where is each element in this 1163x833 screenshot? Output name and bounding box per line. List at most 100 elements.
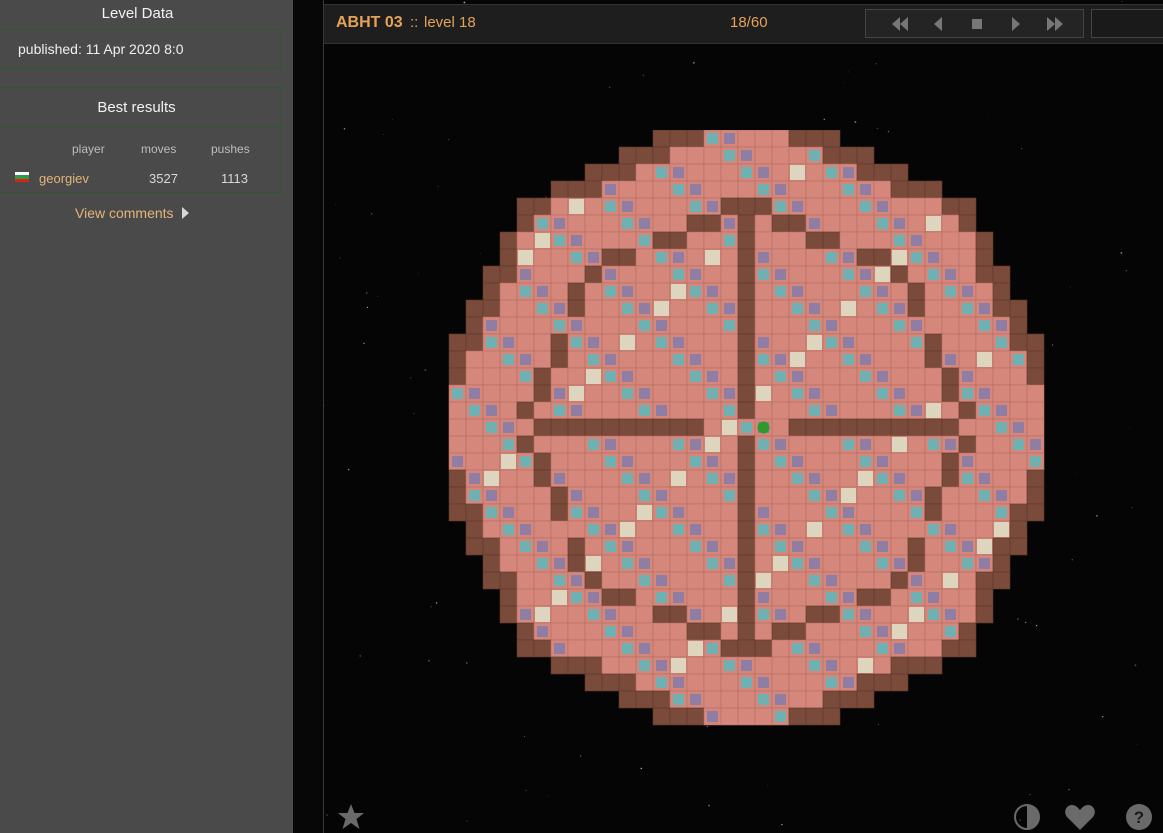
goal-marker [928, 524, 939, 535]
pushes-value: 1113 [221, 171, 248, 186]
wall-tile [618, 163, 637, 182]
like-button[interactable] [1064, 802, 1095, 832]
box-tile [605, 269, 616, 280]
box-tile [656, 660, 667, 671]
floor-tile [873, 520, 892, 539]
floor-tile [703, 163, 722, 182]
wall-tile [737, 214, 756, 233]
floor-tile [635, 197, 654, 216]
floor-tile [941, 401, 960, 420]
wall-tile [737, 469, 756, 488]
floor-tile [839, 231, 858, 250]
stop-button[interactable] [958, 10, 996, 37]
floor-tile [924, 571, 943, 590]
floor-tile [941, 333, 960, 352]
floor-tile [771, 588, 790, 607]
box-tile [503, 507, 514, 518]
floor-tile [873, 656, 892, 675]
goal-marker [486, 422, 497, 433]
floor-tile [635, 520, 654, 539]
floor-tile [856, 486, 875, 505]
floor-tile [924, 197, 943, 216]
contrast-button[interactable] [1012, 802, 1042, 832]
box-on-goal-tile [705, 250, 720, 265]
view-comments-link[interactable]: View comments [75, 205, 189, 221]
box-tile [775, 609, 786, 620]
wall-tile [601, 588, 620, 607]
floor-tile [533, 316, 552, 335]
goal-marker [605, 626, 616, 637]
box-tile [622, 201, 633, 212]
box-tile [605, 354, 616, 365]
floor-tile [754, 316, 773, 335]
floor-tile [975, 520, 994, 539]
star-dot [1029, 794, 1031, 796]
title-separator: :: [410, 14, 419, 31]
floor-tile [924, 452, 943, 471]
floor-tile [720, 520, 739, 539]
wall-tile [856, 146, 875, 165]
floor-tile [703, 673, 722, 692]
wall-tile [958, 401, 977, 420]
first-level-button[interactable] [881, 10, 919, 37]
floor-tile [856, 299, 875, 318]
wall-tile [805, 707, 824, 726]
goal-marker [452, 388, 463, 399]
goal-marker [1013, 439, 1024, 450]
floor-tile [924, 537, 943, 556]
floor-tile [652, 537, 671, 556]
wall-tile [890, 163, 909, 182]
player-link[interactable]: georgiev [39, 171, 89, 186]
floor-tile [856, 401, 875, 420]
floor-tile [856, 571, 875, 590]
wall-tile [890, 265, 909, 284]
wall-tile [601, 248, 620, 267]
wall-tile [822, 690, 841, 709]
box-on-goal-tile [637, 505, 652, 520]
favorite-star-button[interactable] [336, 802, 366, 832]
help-button[interactable]: ? [1124, 802, 1154, 832]
floor-tile [992, 384, 1011, 403]
floor-tile [958, 503, 977, 522]
wall-tile [669, 231, 688, 250]
wall-tile [652, 690, 671, 709]
floor-tile [601, 554, 620, 573]
wall-tile [652, 231, 671, 250]
box-tile [996, 490, 1007, 501]
star-dot [347, 468, 350, 471]
box-tile [877, 626, 888, 637]
wall-tile [1009, 333, 1028, 352]
next-level-button[interactable] [997, 10, 1035, 37]
goal-marker [877, 303, 888, 314]
view-comments-label: View comments [75, 205, 174, 221]
wall-tile [686, 214, 705, 233]
last-level-button[interactable] [1036, 10, 1074, 37]
floor-tile [856, 214, 875, 233]
floor-tile [533, 571, 552, 590]
goal-marker [1013, 354, 1024, 365]
box-on-goal-tile [841, 488, 856, 503]
goal-marker [588, 609, 599, 620]
wall-tile [890, 418, 909, 437]
floor-tile [635, 265, 654, 284]
floor-tile [958, 316, 977, 335]
floor-tile [873, 605, 892, 624]
goal-marker [928, 269, 939, 280]
box-on-goal-tile [926, 216, 941, 231]
goal-marker [979, 490, 990, 501]
goal-marker [843, 354, 854, 365]
best-results-table: player moves pushes georgiev 3527 1113 [0, 127, 281, 193]
floor-tile [856, 384, 875, 403]
goal-marker [639, 575, 650, 586]
floor-tile [754, 401, 773, 420]
floor-tile [924, 231, 943, 250]
wall-tile [992, 265, 1011, 284]
floor-tile [788, 520, 807, 539]
box-tile [1013, 422, 1024, 433]
star-dot [640, 767, 643, 770]
previous-level-button[interactable] [919, 10, 957, 37]
star-dot [1121, 0, 1123, 3]
sokoban-board[interactable] [394, 130, 1094, 730]
floor-tile [822, 197, 841, 216]
toolbar-box[interactable] [1091, 9, 1163, 38]
